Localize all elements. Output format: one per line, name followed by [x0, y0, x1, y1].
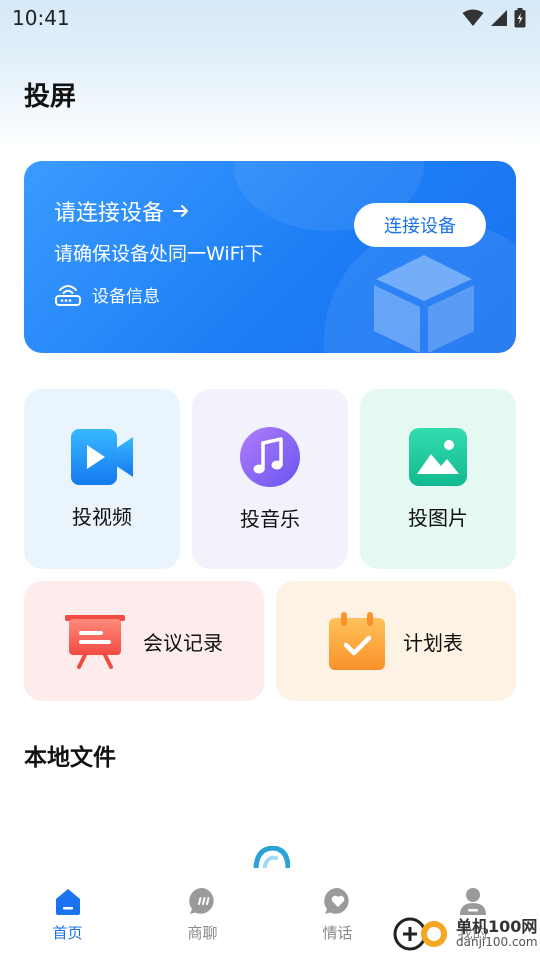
device-info-link[interactable]: 设备信息	[54, 281, 160, 307]
banner-title[interactable]: 请连接设备	[54, 195, 190, 227]
planner-tile[interactable]: 计划表	[276, 581, 516, 701]
nav-label-home: 首页	[52, 924, 83, 942]
connect-banner[interactable]: 请连接设备 请确保设备处同一WiFi下 设备信息 连接设备	[24, 161, 516, 353]
watermark: 单机100网 danji100.com	[390, 914, 538, 954]
nav-label-chat: 商聊	[187, 924, 218, 942]
chat-icon	[188, 887, 214, 914]
cast-image-tile[interactable]: 投图片	[360, 389, 516, 569]
loading-spinner-icon	[253, 846, 290, 870]
status-bar: 10:41	[0, 0, 540, 36]
calendar-check-icon	[329, 612, 385, 670]
image-icon	[409, 427, 467, 486]
arrow-right-icon	[173, 205, 189, 217]
planner-label: 计划表	[403, 630, 463, 655]
meeting-notes-tile[interactable]: 会议记录	[24, 581, 264, 701]
cast-video-label: 投视频	[72, 504, 132, 529]
status-icons	[462, 8, 526, 28]
user-icon	[459, 888, 486, 915]
meeting-notes-label: 会议记录	[143, 630, 223, 655]
local-files-title: 本地文件	[24, 745, 116, 771]
video-icon	[71, 428, 133, 485]
battery-icon	[514, 8, 526, 28]
watermark-logo-icon	[393, 917, 447, 951]
nav-item-home[interactable]: 首页	[0, 868, 135, 960]
home-icon	[55, 889, 80, 915]
watermark-main-text: 单机100网	[456, 917, 538, 937]
heart-chat-icon	[323, 887, 349, 914]
cube-illustration	[374, 255, 474, 353]
banner-title-text: 请连接设备	[54, 201, 165, 226]
music-icon	[240, 426, 300, 487]
cast-image-label: 投图片	[408, 505, 468, 530]
status-time: 10:41	[12, 6, 70, 30]
watermark-sub-text: danji100.com	[456, 935, 538, 950]
wifi-icon	[462, 9, 484, 26]
nav-item-love-talk[interactable]: 情话	[270, 868, 405, 960]
device-info-label: 设备信息	[92, 286, 160, 307]
presentation-board-icon	[65, 615, 125, 669]
banner-subtitle: 请确保设备处同一WiFi下	[54, 243, 264, 265]
connect-device-button[interactable]: 连接设备	[354, 203, 486, 247]
router-icon	[55, 285, 81, 306]
cast-music-tile[interactable]: 投音乐	[192, 389, 348, 569]
nav-item-chat[interactable]: 商聊	[135, 868, 270, 960]
signal-icon	[491, 10, 507, 26]
nav-label-love-talk: 情话	[322, 924, 353, 942]
page-title: 投屏	[24, 82, 77, 112]
cast-video-tile[interactable]: 投视频	[24, 389, 180, 569]
cast-music-label: 投音乐	[240, 506, 300, 531]
